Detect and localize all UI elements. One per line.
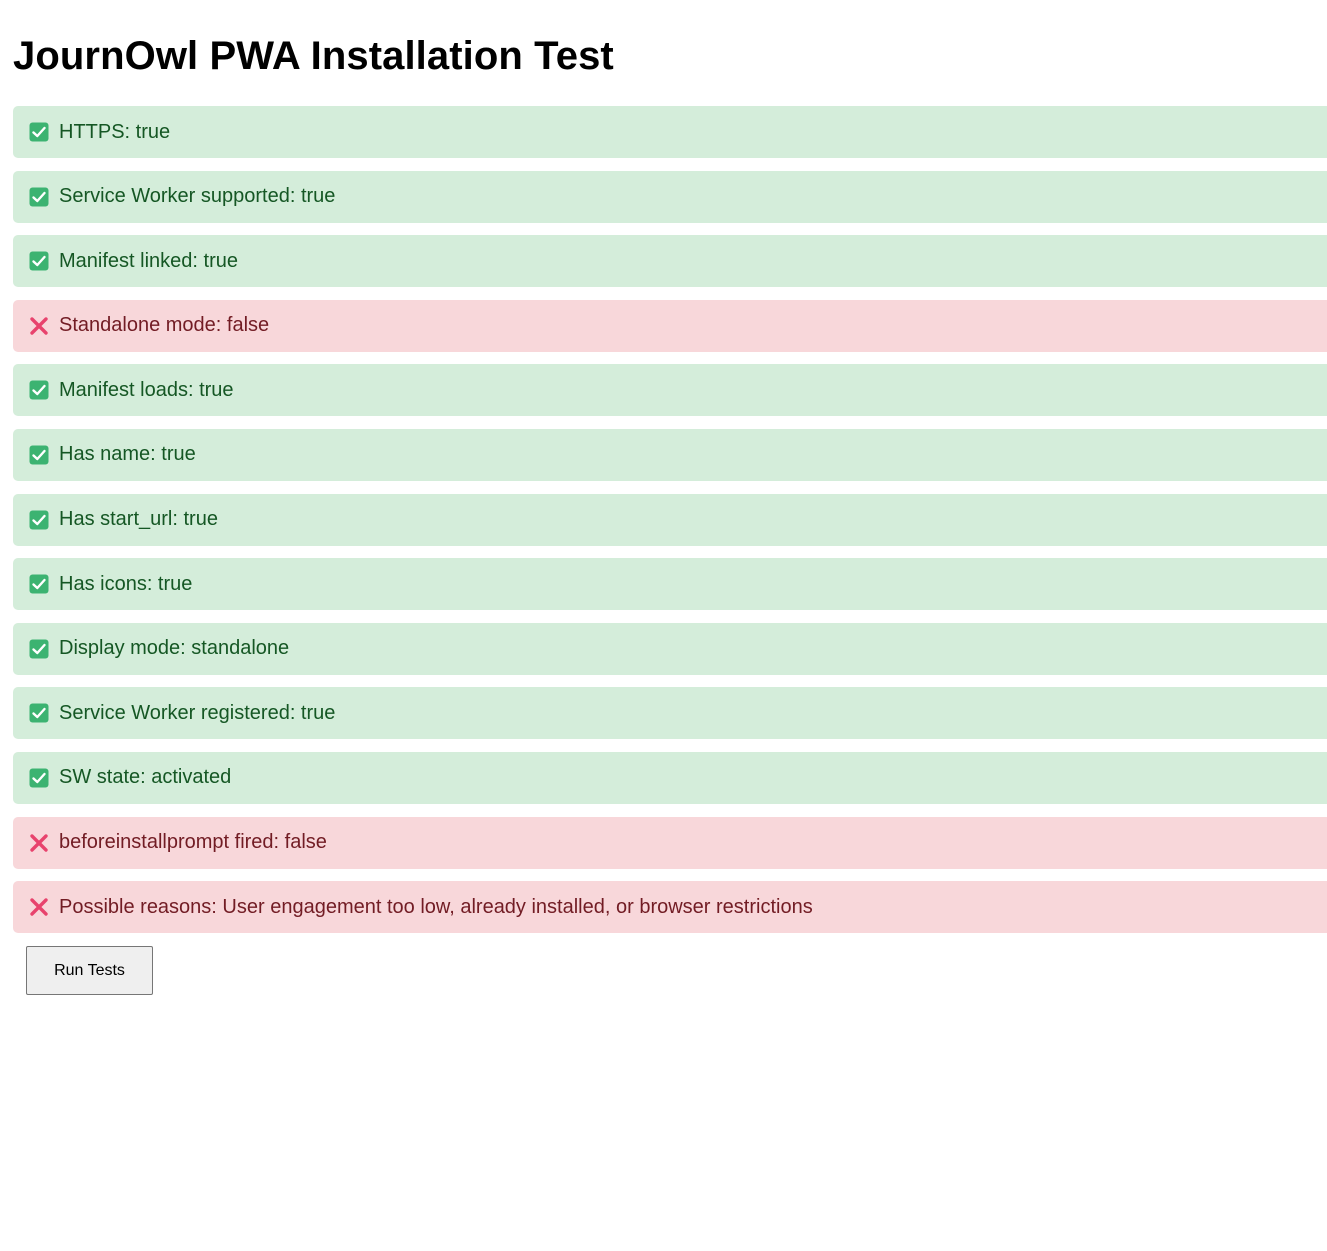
result-text: Possible reasons: User engagement too lo…: [59, 895, 813, 918]
result-text: Display mode: standalone: [59, 637, 290, 660]
result-text: Manifest loads: true: [59, 378, 234, 401]
result-row: Service Worker registered: true: [13, 687, 1327, 740]
page: JournOwl PWA Installation Test HTTPS: tr…: [0, 0, 1327, 1251]
result-text: HTTPS: true: [59, 120, 171, 143]
result-row: Has icons: true: [13, 558, 1327, 611]
result-row: Service Worker supported: true: [13, 170, 1327, 223]
result-text: Manifest linked: true: [59, 249, 238, 272]
result-text: Has name: true: [59, 443, 196, 466]
result-row: Possible reasons: User engagement too lo…: [13, 881, 1327, 934]
result-row: Standalone mode: false: [13, 299, 1327, 352]
run-tests-button[interactable]: Run Tests: [26, 946, 153, 996]
result-row: beforeinstallprompt fired: false: [13, 816, 1327, 869]
check-box-icon: [29, 510, 49, 530]
result-row: Has start_url: true: [13, 493, 1327, 546]
check-box-icon: [29, 251, 49, 271]
check-box-icon: [29, 445, 49, 465]
actions: Run Tests: [13, 946, 1327, 996]
result-row: Display mode: standalone: [13, 622, 1327, 675]
check-box-icon: [29, 639, 49, 659]
check-box-icon: [29, 703, 49, 723]
results-list: HTTPS: true Service Worker supported: tr…: [13, 106, 1327, 934]
result-text: Service Worker registered: true: [59, 701, 336, 724]
result-row: HTTPS: true: [13, 106, 1327, 158]
check-box-icon: [29, 380, 49, 400]
check-box-icon: [29, 122, 49, 142]
result-row: Manifest loads: true: [13, 364, 1327, 417]
result-text: beforeinstallprompt fired: false: [59, 831, 327, 854]
result-text: Standalone mode: false: [59, 314, 270, 337]
cross-mark-icon: [29, 833, 49, 853]
check-box-icon: [29, 574, 49, 594]
result-text: Service Worker supported: true: [59, 185, 336, 208]
result-text: Has start_url: true: [59, 508, 218, 531]
page-title: JournOwl PWA Installation Test: [13, 34, 614, 78]
result-row: Manifest linked: true: [13, 235, 1327, 288]
check-box-icon: [29, 187, 49, 207]
result-row: Has name: true: [13, 428, 1327, 481]
cross-mark-icon: [29, 316, 49, 336]
result-text: Has icons: true: [59, 572, 193, 595]
check-box-icon: [29, 768, 49, 788]
result-row: SW state: activated: [13, 751, 1327, 804]
cross-mark-icon: [29, 897, 49, 917]
result-text: SW state: activated: [59, 766, 232, 789]
